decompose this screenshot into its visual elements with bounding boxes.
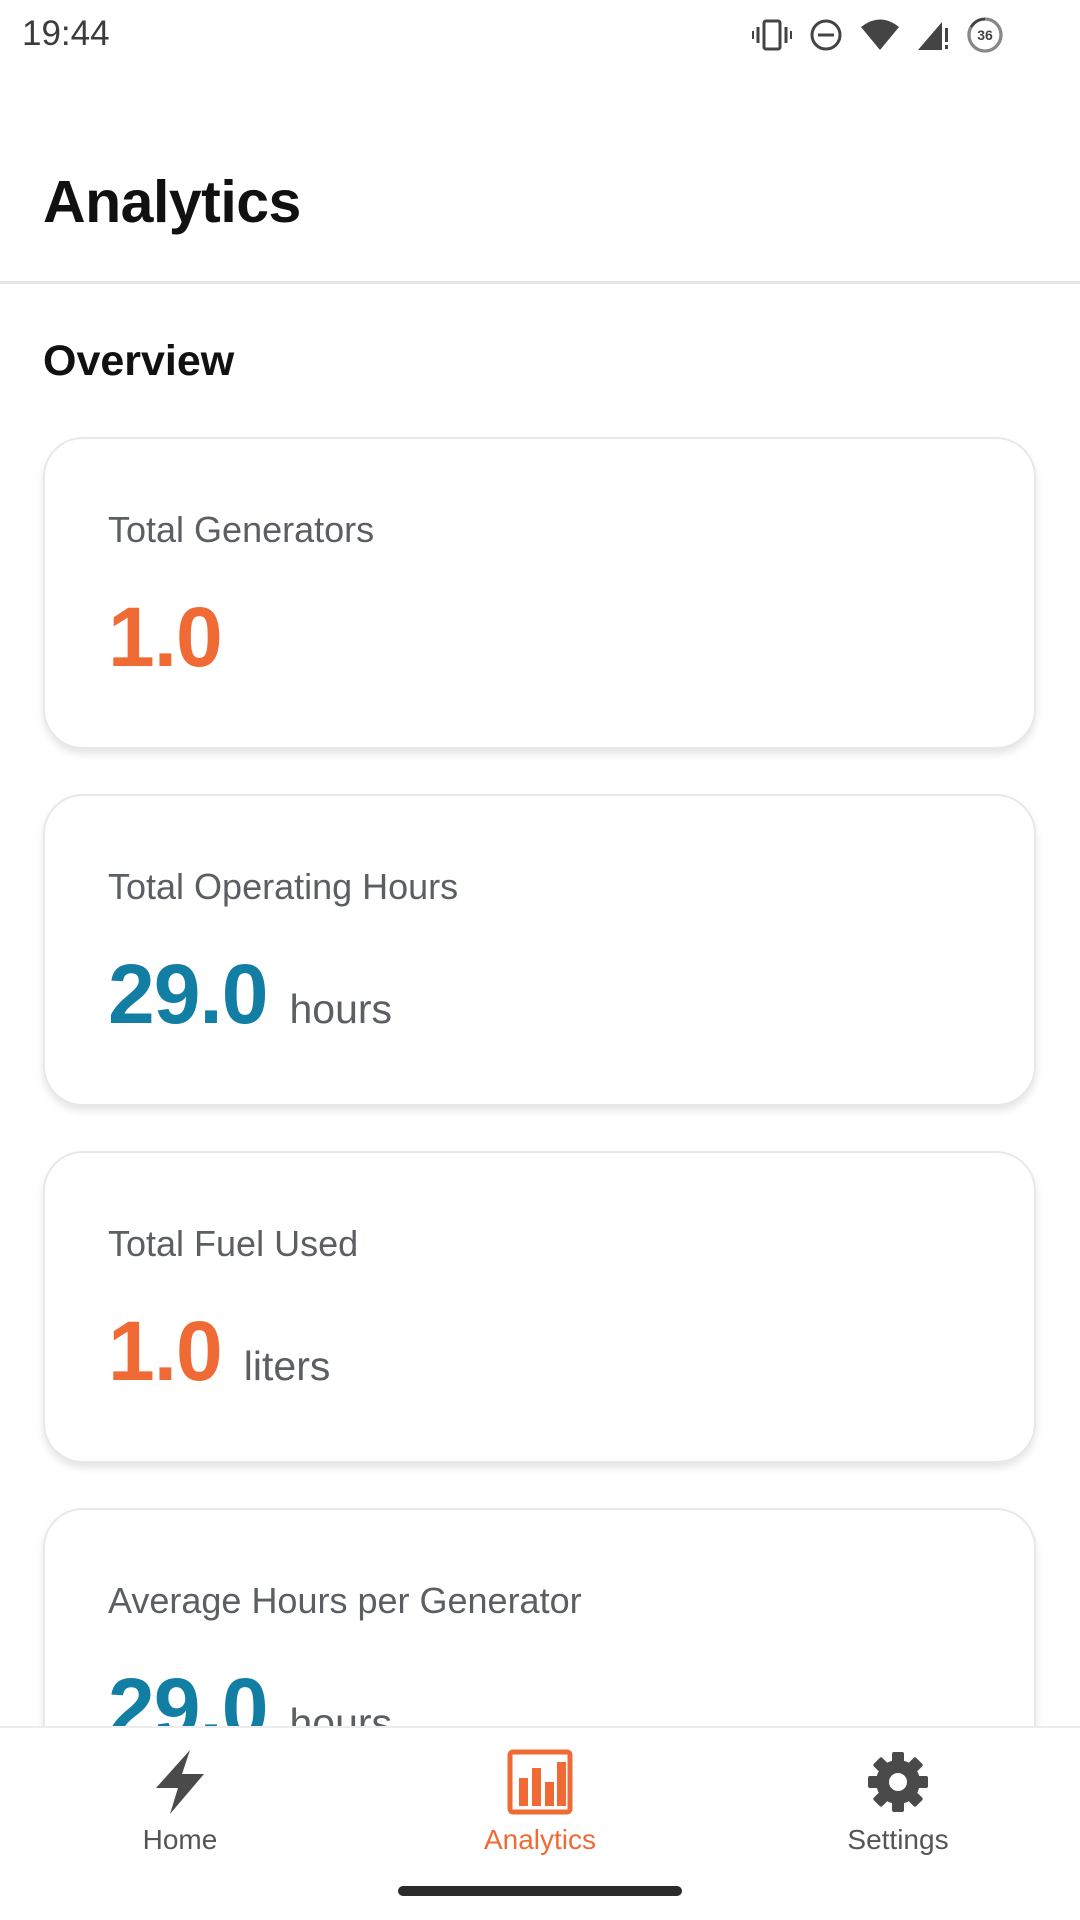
status-bar: 19:44 36	[0, 0, 1080, 72]
card-label: Average Hours per Generator	[108, 1580, 582, 1621]
bottom-navigation: Home Analytics Settings	[0, 1726, 1080, 1920]
analytics-screen: 19:44 36 Analytics Overview Total Genera…	[0, 0, 1080, 1920]
do-not-disturb-icon	[808, 17, 844, 53]
card-label: Total Fuel Used	[108, 1223, 359, 1264]
card-label: Total Generators	[108, 509, 375, 550]
card-value: 1.0	[108, 1304, 223, 1398]
vibrate-icon	[752, 17, 792, 53]
card-value-row: 29.0 hours	[108, 946, 392, 1043]
nav-label-settings: Settings	[847, 1824, 949, 1855]
nav-item-settings[interactable]: Settings	[798, 1748, 998, 1856]
card-value: 29.0	[108, 947, 268, 1041]
card-value-row: 1.0	[108, 589, 223, 686]
battery-icon: 36	[966, 16, 1004, 54]
card-unit: hours	[289, 986, 393, 1032]
card-unit: liters	[243, 1343, 331, 1389]
overview-heading: Overview	[43, 337, 235, 385]
app-header: Analytics	[0, 72, 1080, 284]
nav-label-analytics: Analytics	[483, 1824, 597, 1855]
total-fuel-used-card: Total Fuel Used 1.0 liters	[43, 1151, 1036, 1463]
cell-signal-icon	[916, 18, 950, 52]
status-time: 19:44	[22, 14, 110, 53]
nav-item-analytics[interactable]: Analytics	[440, 1748, 640, 1856]
nav-item-home[interactable]: Home	[80, 1748, 280, 1856]
card-value-row: 1.0 liters	[108, 1303, 330, 1400]
home-indicator[interactable]	[398, 1886, 682, 1896]
gear-icon	[868, 1752, 928, 1812]
bar-chart-icon	[507, 1749, 573, 1815]
total-generators-card: Total Generators 1.0	[43, 437, 1036, 749]
nav-label-home: Home	[142, 1824, 218, 1855]
card-label: Total Operating Hours	[108, 866, 459, 907]
page-title: Analytics	[43, 169, 301, 235]
lightning-bolt-icon	[156, 1750, 204, 1814]
total-operating-hours-card: Total Operating Hours 29.0 hours	[43, 794, 1036, 1106]
wifi-icon	[860, 18, 900, 52]
battery-level: 36	[977, 27, 993, 43]
card-value: 1.0	[108, 590, 223, 684]
status-icons: 36	[752, 16, 1004, 54]
